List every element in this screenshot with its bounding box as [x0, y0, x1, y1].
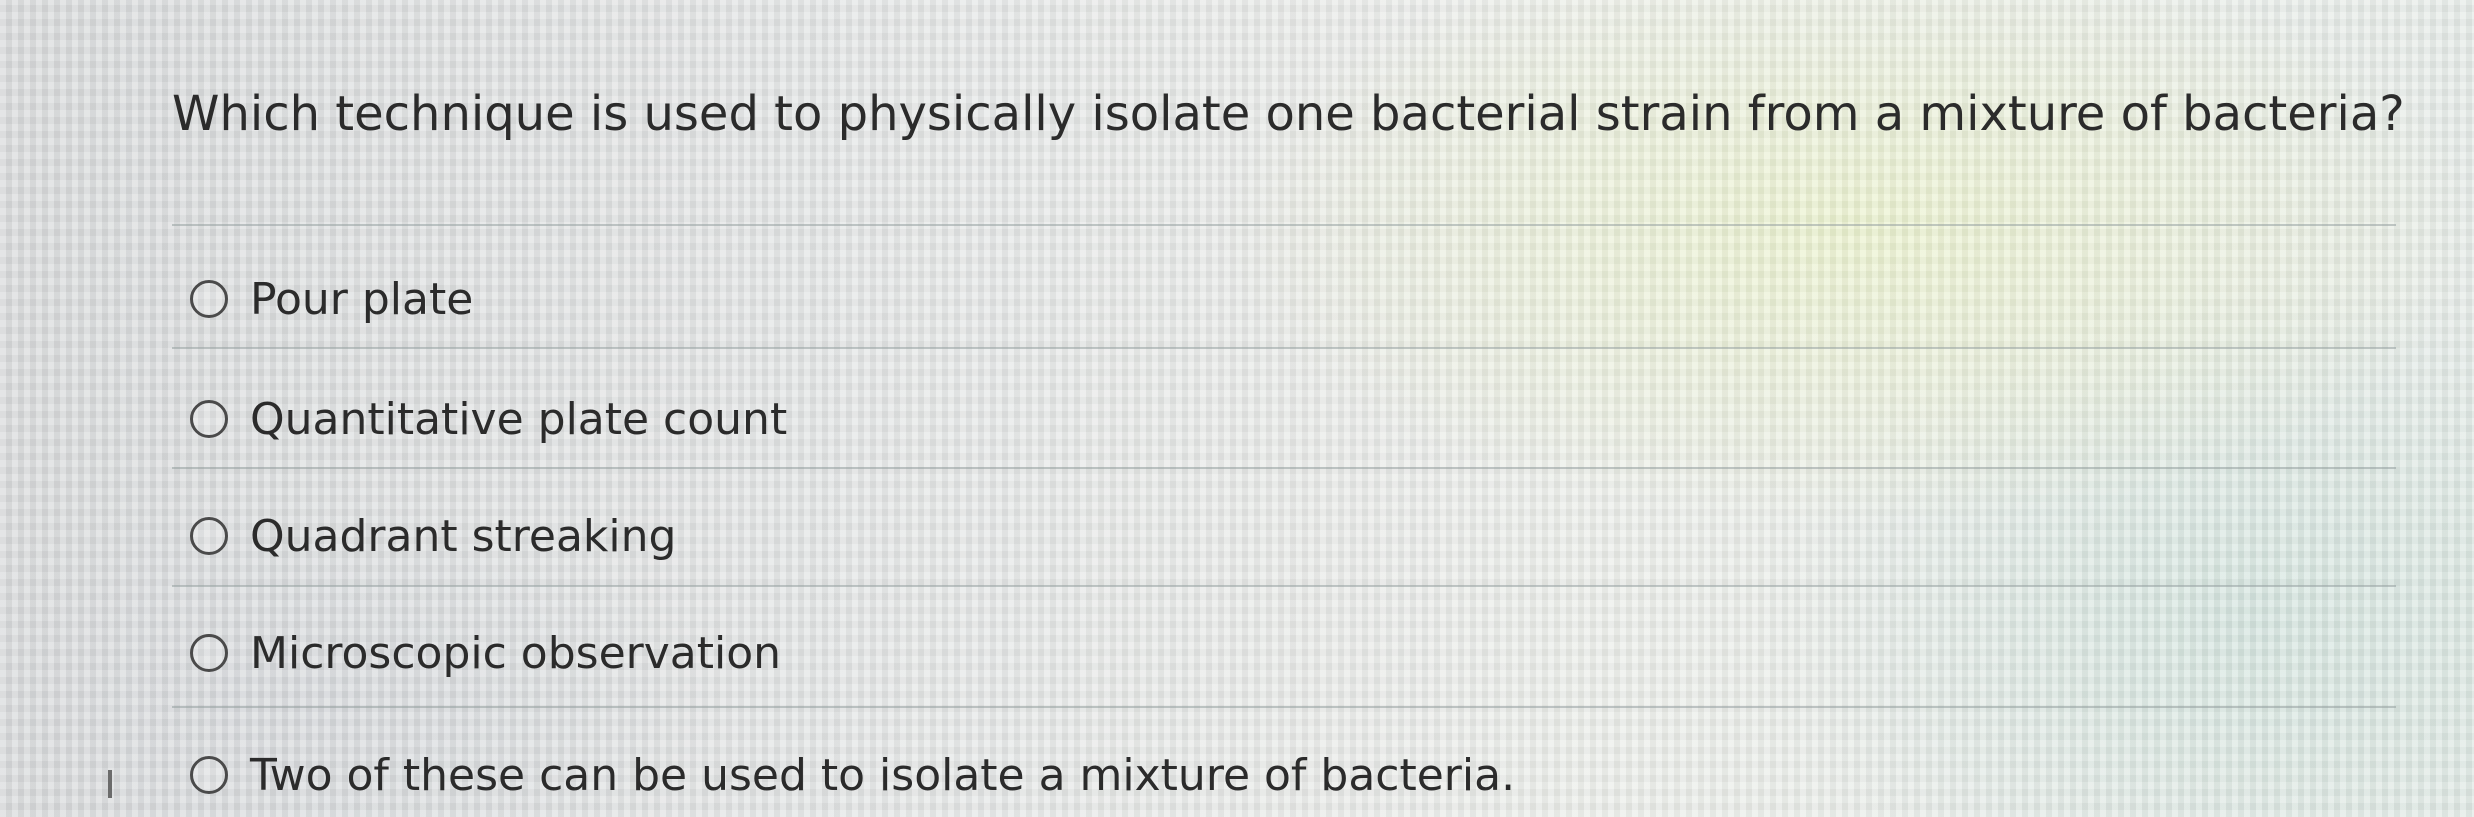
answer-option[interactable]: Quantitative plate count — [190, 384, 787, 454]
answer-option-label: Microscopic observation — [250, 627, 782, 679]
answer-option[interactable]: Pour plate — [190, 264, 473, 334]
cursor-mark — [108, 770, 112, 798]
answer-option[interactable]: Quadrant streaking — [190, 501, 676, 571]
divider — [172, 467, 2396, 469]
answer-option-label: Quadrant streaking — [250, 510, 677, 562]
divider — [172, 347, 2396, 349]
radio-button-icon[interactable] — [190, 756, 228, 794]
answer-option[interactable]: Microscopic observation — [190, 618, 781, 688]
radio-button-icon[interactable] — [190, 517, 228, 555]
divider — [172, 224, 2396, 226]
divider — [172, 585, 2396, 587]
answer-option-label: Two of these can be used to isolate a mi… — [250, 749, 1516, 801]
radio-button-icon[interactable] — [190, 400, 228, 438]
answer-option-label: Pour plate — [250, 273, 474, 325]
question-text: Which technique is used to physically is… — [172, 86, 2405, 142]
radio-button-icon[interactable] — [190, 634, 228, 672]
radio-button-icon[interactable] — [190, 280, 228, 318]
divider — [172, 706, 2396, 708]
answer-option[interactable]: Two of these can be used to isolate a mi… — [190, 740, 1515, 810]
answer-option-label: Quantitative plate count — [250, 393, 788, 445]
